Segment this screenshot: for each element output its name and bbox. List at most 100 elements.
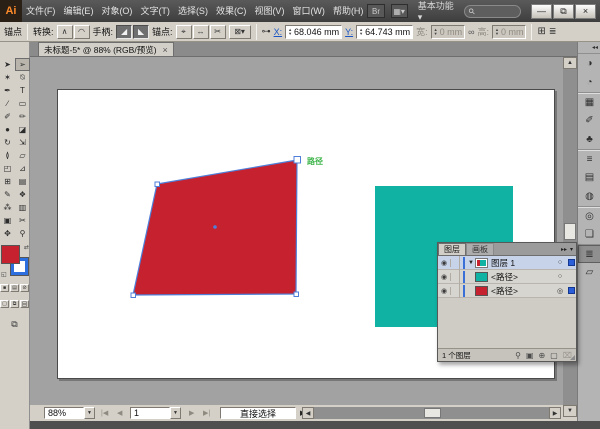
color-guide-panel-icon[interactable]: ◔ <box>578 73 600 92</box>
artboard-number-field[interactable]: 1 <box>130 407 170 419</box>
cut-path-button[interactable]: ✂ <box>210 25 226 39</box>
layers-panel-icon[interactable]: ≣ <box>578 244 600 263</box>
brushes-panel-icon[interactable]: ✐ <box>578 111 600 130</box>
panel-menu-icon[interactable]: ≣ <box>549 26 557 37</box>
pencil-tool[interactable]: ✏ <box>15 110 30 123</box>
x-label[interactable]: X: <box>274 27 283 37</box>
target-icon[interactable]: ○ <box>554 273 566 280</box>
zoom-level-field[interactable]: 88% <box>44 407 84 419</box>
visibility-icon[interactable]: ◉ <box>438 287 451 295</box>
link-dimensions-icon[interactable]: ∞ <box>468 27 474 37</box>
workspace-switcher[interactable]: 基本功能 ▾ <box>414 0 458 23</box>
next-artboard-button[interactable]: ▶ <box>186 407 197 419</box>
expand-layer-icon[interactable]: ▼ <box>467 260 475 266</box>
lock-cell[interactable] <box>451 270 460 284</box>
connect-endpoints-button[interactable]: ↔ <box>193 25 209 39</box>
mesh-tool[interactable]: ⊞ <box>0 175 15 188</box>
gradient-panel-icon[interactable]: ▤ <box>578 168 600 187</box>
blob-brush-tool[interactable]: ● <box>0 123 15 136</box>
transform-panel-icon[interactable]: ⊞ <box>537 26 545 37</box>
swap-swatches-icon[interactable]: ⇄ <box>24 244 29 251</box>
expand-panels-icon[interactable]: ◂◂ <box>578 42 600 54</box>
last-artboard-button[interactable]: ▶| <box>200 407 213 419</box>
fill-swatch[interactable] <box>2 246 19 263</box>
layer-name[interactable]: 图层 1 <box>491 257 554 269</box>
gradient-tool[interactable]: ▤ <box>15 175 30 188</box>
rotate-tool[interactable]: ↻ <box>0 136 15 149</box>
menu-help[interactable]: 帮助(H) <box>329 0 368 22</box>
hand-tool[interactable]: ✥ <box>0 227 15 240</box>
magic-wand-tool[interactable]: ✶ <box>0 71 15 84</box>
lock-cell[interactable] <box>451 256 460 270</box>
collapse-panel-icon[interactable]: ▸▸ <box>561 246 567 253</box>
symbols-panel-icon[interactable]: ♣ <box>578 130 600 149</box>
menu-object[interactable]: 对象(O) <box>97 0 136 22</box>
stroke-panel-icon[interactable]: ≡ <box>578 149 600 168</box>
horizontal-scroll-thumb[interactable] <box>424 408 441 418</box>
spinner-arrows-icon[interactable]: ▲▼ <box>359 28 363 36</box>
restore-button[interactable]: ⧉ <box>553 4 574 19</box>
type-tool[interactable]: T <box>15 84 30 97</box>
prev-artboard-button[interactable]: ◀ <box>114 407 125 419</box>
zoom-tool[interactable]: ⚲ <box>15 227 30 240</box>
search-input[interactable]: ⚲ <box>464 5 521 18</box>
menu-file[interactable]: 文件(F) <box>22 0 60 22</box>
menu-edit[interactable]: 编辑(E) <box>59 0 97 22</box>
isolate-selected-button[interactable]: ⊠▾ <box>229 25 251 39</box>
new-layer-icon[interactable]: ▢ <box>550 351 558 360</box>
lock-cell[interactable] <box>451 284 460 298</box>
draw-behind-button[interactable]: ⧉ <box>10 300 19 308</box>
scroll-down-icon[interactable]: ▼ <box>563 405 577 417</box>
y-label[interactable]: Y: <box>345 27 353 37</box>
menu-type[interactable]: 文字(T) <box>136 0 174 22</box>
selection-tool[interactable]: ➤ <box>0 58 15 71</box>
layer-thumbnail[interactable] <box>475 258 488 268</box>
appearance-panel-icon[interactable]: ◎ <box>578 206 600 225</box>
direct-selection-tool[interactable]: ➢ <box>15 58 30 71</box>
menu-window[interactable]: 窗口(W) <box>288 0 329 22</box>
path-thumbnail[interactable] <box>475 272 488 282</box>
bridge-button[interactable]: Br <box>367 4 384 18</box>
minimize-button[interactable]: — <box>531 4 552 19</box>
artboard-dropdown-icon[interactable]: ▼ <box>170 407 181 419</box>
path-name[interactable]: <路径> <box>491 271 554 283</box>
color-panel-icon[interactable]: ◑ <box>578 54 600 73</box>
vertical-scroll-thumb[interactable] <box>564 223 576 240</box>
x-input[interactable]: ▲▼ 68.046 mm <box>285 25 342 39</box>
shape-builder-tool[interactable]: ◰ <box>0 162 15 175</box>
symbol-sprayer-tool[interactable]: ⁂ <box>0 201 15 214</box>
new-sublayer-icon[interactable]: ⊕ <box>539 351 546 360</box>
screen-mode-button[interactable]: ⧉ <box>7 318 23 331</box>
tab-artboards[interactable]: 画板 <box>466 243 494 255</box>
none-mode-button[interactable]: ⊘ <box>20 284 29 292</box>
transparency-panel-icon[interactable]: ◍ <box>578 187 600 206</box>
anchor-point[interactable] <box>294 292 299 297</box>
y-input[interactable]: ▲▼ 64.743 mm <box>356 25 413 39</box>
column-graph-tool[interactable]: ▥ <box>15 201 30 214</box>
scale-tool[interactable]: ⇲ <box>15 136 30 149</box>
layer-row[interactable]: ◉ <路径> ◎ <box>438 284 576 298</box>
menu-effect[interactable]: 效果(C) <box>212 0 251 22</box>
convert-to-corner-button[interactable]: ∧ <box>57 25 73 39</box>
visibility-icon[interactable]: ◉ <box>438 259 451 267</box>
show-handles-button[interactable]: ◢ <box>116 25 132 39</box>
close-button[interactable]: × <box>575 4 596 19</box>
locate-object-icon[interactable]: ⚲ <box>515 351 521 360</box>
document-tab[interactable]: 未标题-5* @ 88% (RGB/预览) × <box>38 42 174 56</box>
layer-row[interactable]: ◉ <路径> ○ <box>438 270 576 284</box>
remove-anchor-button[interactable]: ⌖ <box>176 25 192 39</box>
panel-menu-icon[interactable]: ▾ <box>570 246 573 253</box>
pen-tool[interactable]: ✒ <box>0 84 15 97</box>
arrange-documents-button[interactable]: ▦▾ <box>391 4 408 18</box>
lasso-tool[interactable]: ⍉ <box>15 71 30 84</box>
zoom-dropdown-icon[interactable]: ▼ <box>84 407 95 419</box>
visibility-icon[interactable]: ◉ <box>438 273 451 281</box>
first-artboard-button[interactable]: |◀ <box>98 407 111 419</box>
menu-view[interactable]: 视图(V) <box>250 0 288 22</box>
eyedropper-tool[interactable]: ✎ <box>0 188 15 201</box>
graphic-styles-panel-icon[interactable]: ❏ <box>578 225 600 244</box>
draw-inside-button[interactable]: 回 <box>20 300 29 308</box>
convert-to-smooth-button[interactable]: ◠ <box>74 25 90 39</box>
horizontal-scrollbar[interactable]: ◀ ▶ <box>302 407 561 419</box>
target-icon[interactable]: ◎ <box>554 287 566 295</box>
